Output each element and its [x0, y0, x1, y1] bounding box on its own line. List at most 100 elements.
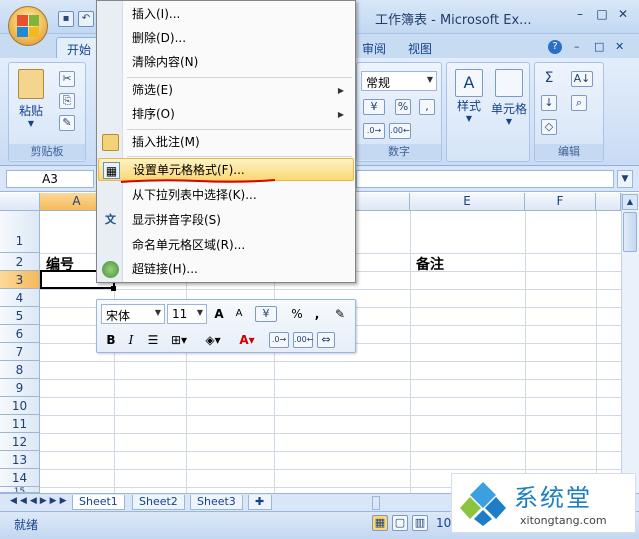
insert-sheet-icon[interactable]: ✚ [248, 495, 272, 510]
format-painter-icon[interactable]: ✎ [59, 115, 75, 131]
row-header[interactable]: 12 [0, 433, 40, 451]
font-size-select[interactable]: 11 ▼ [167, 304, 207, 324]
cell-e2[interactable]: 备注 [416, 254, 444, 274]
fill-handle[interactable] [111, 286, 116, 291]
select-all-corner[interactable] [0, 193, 40, 211]
menu-item-name-range[interactable]: 命名单元格区域(R)... [98, 234, 354, 257]
merge-center-icon[interactable]: ⇔ [317, 332, 335, 348]
row-header[interactable]: 13 [0, 451, 40, 469]
increase-decimal-icon[interactable]: .0→ [269, 332, 289, 348]
watermark: 系统堂 xitongtang.com [451, 473, 636, 533]
increase-decimal-icon[interactable]: .0→ [363, 123, 385, 139]
font-color-icon[interactable]: A▾ [233, 331, 261, 349]
fill-color-icon[interactable]: ◈▾ [199, 331, 227, 349]
row-header[interactable]: 14 [0, 469, 40, 487]
menu-item-insert-comment[interactable]: 插入批注(M) [98, 131, 354, 154]
close-button[interactable]: ✕ [615, 8, 631, 22]
menu-item-delete[interactable]: 删除(D)... [98, 27, 354, 50]
expand-formula-icon[interactable]: ▼ [617, 170, 633, 188]
normal-view-icon[interactable]: ▦ [372, 515, 388, 531]
cut-icon[interactable]: ✂ [59, 71, 75, 87]
currency-icon[interactable]: ¥ [363, 99, 385, 115]
row-header[interactable]: 7 [0, 343, 40, 361]
row-header[interactable]: 3 [0, 271, 40, 289]
comma-button[interactable]: , [311, 305, 323, 323]
name-box[interactable]: A3 [6, 170, 94, 188]
context-menu: 插入(I)... 删除(D)... 清除内容(N) 筛选(E) ▶ 排序(O) ▶ … [96, 0, 356, 283]
row-header[interactable]: 5 [0, 307, 40, 325]
cells-button[interactable]: 单元格 ▼ [489, 69, 529, 126]
column-header-g[interactable] [596, 193, 621, 211]
sheet-tab-2[interactable]: Sheet2 [132, 495, 185, 510]
menu-item-insert[interactable]: 插入(I)... [98, 3, 354, 26]
page-layout-icon[interactable]: ▢ [392, 515, 408, 531]
formula-input[interactable] [356, 170, 614, 188]
fill-icon[interactable]: ↓ [541, 95, 557, 111]
row-header[interactable]: 6 [0, 325, 40, 343]
percent-button[interactable]: % [395, 99, 411, 115]
center-align-icon[interactable]: ☰ [145, 331, 161, 349]
ribbon-restore-icon[interactable]: □ [594, 40, 604, 53]
tab-review[interactable]: 审阅 [352, 37, 396, 58]
column-header-e[interactable]: E [410, 193, 525, 211]
ribbon-close-icon[interactable]: ✕ [615, 40, 624, 53]
sheet-tab-1[interactable]: Sheet1 [72, 495, 125, 510]
row-header[interactable]: 4 [0, 289, 40, 307]
shrink-font-icon[interactable]: A [231, 305, 247, 323]
paste-label: 粘贴 [18, 104, 43, 118]
column-header-f[interactable]: F [525, 193, 596, 211]
styles-button[interactable]: A 样式 ▼ [451, 69, 487, 123]
ribbon-minimize-icon[interactable]: – [574, 40, 580, 53]
clear-icon[interactable]: ◇ [541, 119, 557, 135]
minimize-button[interactable]: – [572, 8, 588, 22]
borders-icon[interactable]: ⊞▾ [167, 331, 191, 349]
help-icon[interactable]: ? [548, 40, 562, 54]
decrease-decimal-icon[interactable]: .00← [293, 332, 313, 348]
horizontal-scroll-split[interactable] [372, 496, 380, 510]
scroll-thumb[interactable] [623, 212, 637, 252]
sort-filter-icon[interactable]: A↓ [571, 71, 593, 87]
office-button[interactable] [8, 6, 48, 46]
menu-item-clear-contents[interactable]: 清除内容(N) [98, 51, 354, 74]
undo-icon[interactable]: ↶ [78, 11, 94, 27]
format-painter-icon[interactable]: ✎ [331, 305, 349, 323]
paste-button[interactable]: 粘贴 ▼ [15, 69, 47, 128]
sheet-tab-3[interactable]: Sheet3 [190, 495, 243, 510]
menu-item-sort[interactable]: 排序(O) ▶ [98, 103, 354, 126]
menu-item-hyperlink[interactable]: 超链接(H)... [98, 258, 354, 281]
page-break-icon[interactable]: ▥ [412, 515, 428, 531]
sheet-nav-icons[interactable]: ◀◀◀▶▶▶ [10, 496, 70, 506]
menu-item-label: 命名单元格区域(R)... [132, 238, 246, 252]
bold-icon[interactable]: B [103, 331, 119, 349]
grow-font-icon[interactable]: A [211, 305, 227, 323]
percent-button[interactable]: % [289, 305, 305, 323]
row-header[interactable]: 8 [0, 361, 40, 379]
italic-icon[interactable]: I [123, 331, 139, 349]
row-header[interactable]: 1 [0, 211, 40, 253]
tab-view[interactable]: 视图 [398, 37, 442, 58]
row-header[interactable]: 9 [0, 379, 40, 397]
menu-item-pick-from-list[interactable]: 从下拉列表中选择(K)... [98, 184, 354, 207]
autosum-icon[interactable]: Σ [541, 71, 557, 87]
font-select[interactable]: 宋体 ▼ [101, 304, 165, 324]
decrease-decimal-icon[interactable]: .00← [389, 123, 411, 139]
zoom-level[interactable]: 10 [436, 516, 451, 530]
window-title: 工作簿表 - Microsoft Ex... [375, 13, 532, 28]
save-icon[interactable]: ▪ [58, 11, 74, 27]
find-icon[interactable]: ⌕ [571, 95, 587, 111]
menu-item-label: 删除(D)... [132, 31, 187, 45]
menu-separator [127, 77, 352, 78]
row-header[interactable]: 11 [0, 415, 40, 433]
maximize-button[interactable]: □ [594, 8, 610, 22]
row-header[interactable]: 2 [0, 253, 40, 271]
number-format-select[interactable]: 常规 ▼ [361, 71, 437, 91]
menu-item-label: 设置单元格格式(F)... [133, 163, 245, 177]
copy-icon[interactable]: ⎘ [59, 93, 75, 109]
comma-button[interactable]: , [419, 99, 435, 115]
paste-icon [18, 69, 44, 99]
menu-item-filter[interactable]: 筛选(E) ▶ [98, 79, 354, 102]
currency-format-icon[interactable]: ¥ [255, 306, 277, 322]
scroll-up-icon[interactable]: ▲ [622, 194, 638, 210]
row-header[interactable]: 10 [0, 397, 40, 415]
menu-item-phonetic[interactable]: 文 显示拼音字段(S) [98, 209, 354, 232]
